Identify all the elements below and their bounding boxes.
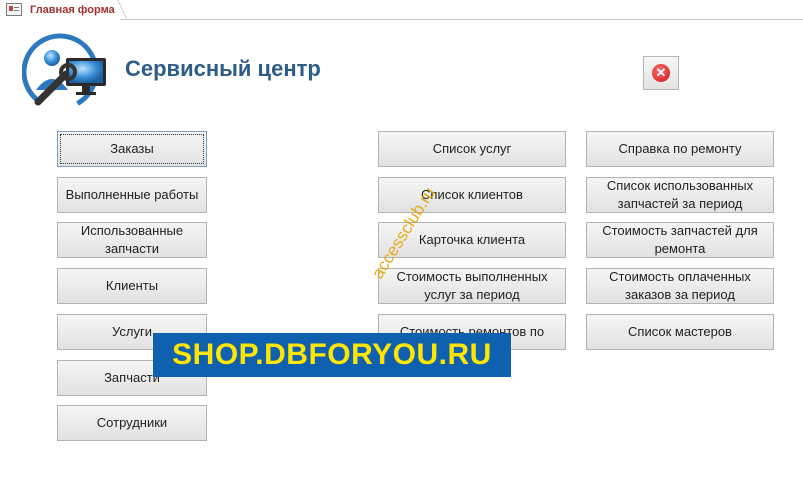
form-icon bbox=[6, 3, 22, 16]
close-form-button[interactable]: ✕ bbox=[643, 56, 679, 90]
document-tab-strip: Главная форма bbox=[0, 0, 803, 20]
completed-works-button[interactable]: Выполненные работы bbox=[57, 177, 207, 213]
shop-banner: SHOP.DBFORYOU.RU bbox=[153, 333, 511, 377]
completed-services-cost-button[interactable]: Стоимость выполненных услуг за период bbox=[378, 268, 566, 304]
service-logo-icon bbox=[22, 33, 106, 111]
clients-button[interactable]: Клиенты bbox=[57, 268, 207, 304]
services-list-button[interactable]: Список услуг bbox=[378, 131, 566, 167]
employees-button[interactable]: Сотрудники bbox=[57, 405, 207, 441]
tab-main-form[interactable]: Главная форма bbox=[0, 0, 117, 19]
paid-orders-cost-button[interactable]: Стоимость оплаченных заказов за период bbox=[586, 268, 774, 304]
used-parts-button[interactable]: Использованные запчасти bbox=[57, 222, 207, 258]
used-parts-list-button[interactable]: Список использованных запчастей за перио… bbox=[586, 177, 774, 213]
clients-list-button[interactable]: Список клиентов bbox=[378, 177, 566, 213]
parts-cost-button[interactable]: Стоимость запчастей для ремонта bbox=[586, 222, 774, 258]
close-icon: ✕ bbox=[652, 64, 670, 82]
masters-list-button[interactable]: Список мастеров bbox=[586, 314, 774, 350]
page-title: Сервисный центр bbox=[125, 56, 321, 81]
repair-info-button[interactable]: Справка по ремонту bbox=[586, 131, 774, 167]
tab-label: Главная форма bbox=[30, 3, 115, 16]
orders-button[interactable]: Заказы bbox=[57, 131, 207, 167]
